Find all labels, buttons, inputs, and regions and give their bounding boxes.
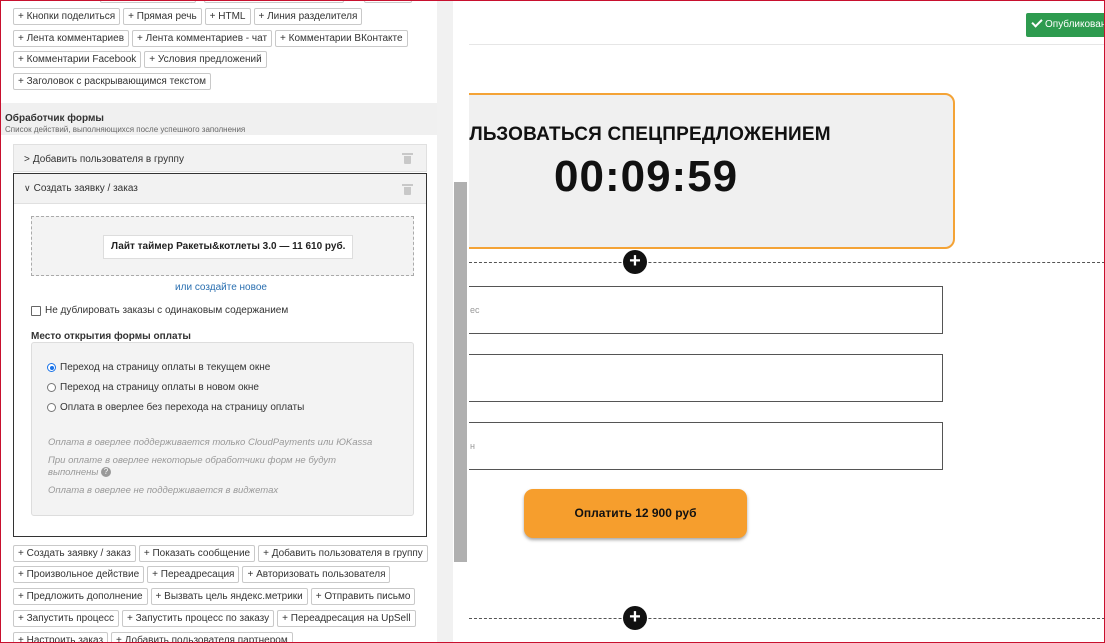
form-field-1[interactable]: ес bbox=[469, 286, 943, 334]
product-dropzone[interactable]: Лайт таймер Ракеты&котлеты 3.0 — 11 610 … bbox=[31, 216, 414, 276]
handler-add-user-to-group[interactable]: > Добавить пользователя в группу bbox=[13, 144, 427, 172]
add-comments-chat-button[interactable]: + Лента комментариев - чат bbox=[132, 30, 273, 47]
add-comments-feed-button[interactable]: + Лента комментариев bbox=[13, 30, 130, 47]
add-configure-order-action[interactable]: + Настроить заказ bbox=[13, 632, 109, 643]
help-icon[interactable]: ? bbox=[100, 467, 111, 478]
countdown-timer: 00:09:59 bbox=[554, 152, 739, 201]
trash-icon[interactable] bbox=[402, 184, 413, 195]
action-buttons-row-2: + Произвольное действие + Переадресация … bbox=[13, 566, 391, 583]
add-redirect-action[interactable]: + Переадресация bbox=[147, 566, 240, 583]
page-canvas: Опубликовано ПОЛЬЗОВАТЬСЯ СПЕЦПРЕДЛОЖЕНИ… bbox=[469, 0, 1105, 643]
block-buttons-row-3: + Комментарии Facebook + Условия предлож… bbox=[13, 51, 267, 68]
trash-icon[interactable] bbox=[402, 153, 413, 164]
add-show-message-action[interactable]: + Показать сообщение bbox=[138, 545, 256, 562]
action-buttons-row-3: + Предложить дополнение + Вызвать цель я… bbox=[13, 588, 416, 605]
add-send-email-action[interactable]: + Отправить письмо bbox=[310, 588, 416, 605]
form-field-2[interactable] bbox=[469, 354, 943, 402]
form-handler-subtitle: Список действий, выполняющихся после усп… bbox=[5, 125, 246, 134]
chevron-right-icon: > bbox=[24, 153, 30, 165]
add-user-to-group-action[interactable]: + Добавить пользователя в группу bbox=[258, 545, 428, 562]
add-divider-button[interactable]: + Линия разделителя bbox=[253, 8, 363, 25]
panel-gutter bbox=[437, 0, 453, 643]
add-offer-conditions-button[interactable]: + Условия предложений bbox=[144, 51, 267, 68]
add-facebook-comments-button[interactable]: + Комментарии Facebook bbox=[13, 51, 142, 68]
add-offer-addon-action[interactable]: + Предложить дополнение bbox=[13, 588, 148, 605]
radio-new-window[interactable] bbox=[47, 383, 56, 392]
no-duplicate-checkbox[interactable] bbox=[31, 305, 41, 316]
add-start-process-action[interactable]: + Запустить процесс bbox=[13, 610, 119, 627]
add-expandable-heading-button[interactable]: + Заголовок с раскрывающимся текстом bbox=[13, 73, 212, 90]
add-start-order-process-action[interactable]: + Запустить процесс по заказу bbox=[121, 610, 275, 627]
add-upsell-redirect-action[interactable]: + Переадресация на UpSell bbox=[277, 610, 416, 627]
option-label: Переход на страницу оплаты в новом окне bbox=[60, 382, 259, 393]
special-offer-title: ПОЛЬЗОВАТЬСЯ СПЕЦПРЕДЛОЖЕНИЕМ bbox=[469, 124, 831, 145]
field-hint: н bbox=[470, 441, 475, 451]
chevron-down-icon: ∨ bbox=[24, 183, 31, 193]
block-buttons-row-1: + Кнопки поделиться + Прямая речь + HTML… bbox=[13, 8, 363, 25]
overlay-note: Оплата в оверлее поддерживается только C… bbox=[48, 437, 373, 448]
publish-label: Опубликовано bbox=[1045, 19, 1105, 30]
block-buttons-row-2: + Лента комментариев + Лента комментарие… bbox=[13, 30, 408, 47]
block-divider bbox=[469, 262, 1105, 263]
editor-panel: + Кнопки поделиться + Прямая речь + HTML… bbox=[0, 0, 469, 643]
add-share-buttons-button[interactable]: + Кнопки поделиться bbox=[13, 8, 121, 25]
cut-off-button[interactable] bbox=[100, 0, 196, 3]
checkmark-icon bbox=[1031, 16, 1043, 28]
form-handler-title: Обработчик формы bbox=[5, 113, 104, 124]
editor-scroll-area: + Кнопки поделиться + Прямая речь + HTML… bbox=[0, 0, 453, 643]
handler-create-order: ∨ Создать заявку / заказ Лайт таймер Рак… bbox=[13, 173, 427, 537]
canvas-topbar: Опубликовано bbox=[469, 0, 1105, 45]
radio-current-window[interactable] bbox=[47, 363, 56, 372]
special-offer-card[interactable]: ПОЛЬЗОВАТЬСЯ СПЕЦПРЕДЛОЖЕНИЕМ 00:09:59 bbox=[469, 93, 955, 249]
add-vk-comments-button[interactable]: + Комментарии ВКонтакте bbox=[275, 30, 408, 47]
radio-overlay[interactable] bbox=[47, 403, 56, 412]
add-direct-speech-button[interactable]: + Прямая речь bbox=[123, 8, 202, 25]
action-buttons-row-1: + Создать заявку / заказ + Показать сооб… bbox=[13, 545, 428, 562]
payment-window-options: Переход на страницу оплаты в текущем окн… bbox=[31, 342, 414, 516]
create-new-link[interactable]: или создайте новое bbox=[14, 282, 428, 293]
overlay-warning-text: При оплате в оверлее некоторые обработчи… bbox=[48, 455, 337, 478]
cut-off-button[interactable] bbox=[204, 0, 344, 3]
block-divider bbox=[469, 618, 1105, 619]
add-create-order-action[interactable]: + Создать заявку / заказ bbox=[13, 545, 136, 562]
add-authorize-user-action[interactable]: + Авторизовать пользователя bbox=[242, 566, 391, 583]
overlay-note: Оплата в оверлее не поддерживается в вид… bbox=[48, 485, 279, 496]
overlay-note: При оплате в оверлее некоторые обработчи… bbox=[48, 455, 348, 479]
option-new-window[interactable]: Переход на страницу оплаты в новом окне bbox=[47, 382, 259, 393]
pay-button[interactable]: Оплатить 12 900 руб bbox=[524, 489, 747, 538]
option-label: Оплата в оверлее без перехода на страниц… bbox=[60, 402, 305, 413]
handler-label: Добавить пользователя в группу bbox=[32, 153, 184, 165]
handler-label: Создать заявку / заказ bbox=[33, 183, 138, 194]
add-custom-action[interactable]: + Произвольное действие bbox=[13, 566, 145, 583]
action-buttons-row-5: + Настроить заказ + Добавить пользовател… bbox=[13, 632, 293, 643]
block-buttons-row-4: + Заголовок с раскрывающимся текстом bbox=[13, 73, 212, 90]
field-hint: ес bbox=[470, 305, 480, 315]
selected-product[interactable]: Лайт таймер Ракеты&котлеты 3.0 — 11 610 … bbox=[103, 235, 354, 259]
handler-header[interactable]: ∨ Создать заявку / заказ bbox=[14, 174, 426, 204]
no-duplicate-option[interactable]: Не дублировать заказы с одинаковым содер… bbox=[31, 305, 288, 316]
add-block-plus-icon[interactable]: + bbox=[623, 606, 647, 630]
publish-status-button[interactable]: Опубликовано bbox=[1026, 13, 1105, 37]
form-field-3[interactable]: н bbox=[469, 422, 943, 470]
scrollbar-thumb[interactable] bbox=[454, 182, 467, 562]
add-html-button[interactable]: + HTML bbox=[204, 8, 251, 25]
option-current-window[interactable]: Переход на страницу оплаты в текущем окн… bbox=[47, 362, 270, 373]
option-overlay[interactable]: Оплата в оверлее без перехода на страниц… bbox=[47, 402, 304, 413]
add-partner-user-action[interactable]: + Добавить пользователя партнером bbox=[111, 632, 293, 643]
action-buttons-row-4: + Запустить процесс + Запустить процесс … bbox=[13, 610, 416, 627]
cut-off-button[interactable] bbox=[364, 0, 412, 3]
add-metrika-goal-action[interactable]: + Вызвать цель яндекс.метрики bbox=[150, 588, 308, 605]
no-duplicate-label: Не дублировать заказы с одинаковым содер… bbox=[45, 305, 289, 316]
add-block-plus-icon[interactable]: + bbox=[623, 250, 647, 274]
handler-header[interactable]: > Добавить пользователя в группу bbox=[14, 145, 426, 173]
option-label: Переход на страницу оплаты в текущем окн… bbox=[60, 362, 271, 373]
payment-window-title: Место открытия формы оплаты bbox=[31, 331, 191, 342]
